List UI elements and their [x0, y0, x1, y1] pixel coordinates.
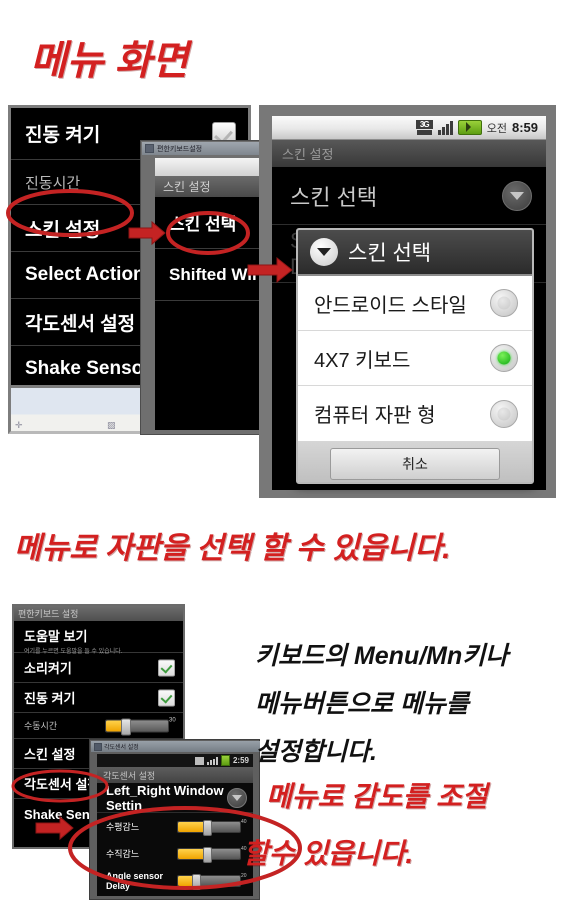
skin-select-dialog: 스킨 선택 안드로이드 스타일 4X7 키보드 컴퓨터 자판 형 취소: [296, 228, 534, 484]
network-label: 3G: [415, 120, 433, 129]
row-vibration[interactable]: 진동 켜기: [14, 683, 183, 713]
option-4x7-keyboard[interactable]: 4X7 키보드: [298, 331, 532, 386]
window-titlebar: 편한키보드설정: [142, 142, 266, 155]
slider-value: 30: [169, 717, 176, 723]
status-bar: 3G 오전 8:59: [272, 116, 546, 140]
row-horizontal-sensitivity[interactable]: 수평감느 40: [97, 813, 253, 840]
row-vertical-sensitivity[interactable]: 수직감느 40: [97, 840, 253, 867]
radio-button[interactable]: [490, 289, 518, 317]
signal-icon: [437, 120, 453, 135]
dialog-footer: 취소: [298, 441, 532, 482]
row-label: 수평감느: [106, 821, 140, 832]
option-label: 컴퓨터 자판 형: [314, 405, 436, 427]
chevron-down-icon[interactable]: [227, 787, 247, 808]
panel-b-statusbar: [155, 158, 266, 176]
note-line-2: 메뉴버튼으로 메뉴를: [255, 690, 469, 718]
row-help[interactable]: 도움말 보기 여기를 누르면 도움말을 들 수 있습니다.: [14, 621, 183, 655]
data-arrows-icon: [416, 130, 432, 135]
dialog-title: 스킨 선택: [348, 242, 432, 265]
menu-label: 진동시간: [25, 174, 81, 192]
misc-icon: ▨: [107, 420, 116, 430]
window-title: 각도센서 설정: [104, 745, 139, 751]
row-left-right-window-setting[interactable]: Left_Right Window Settin: [97, 783, 253, 813]
checkbox-sound[interactable]: [158, 659, 175, 676]
cancel-button[interactable]: 취소: [330, 448, 500, 480]
slide-page: 메뉴 화면 진동 켜기 진동시간 스킨 설정 Select Action 각도센…: [0, 0, 562, 900]
slider-angle-delay[interactable]: 20: [177, 873, 247, 890]
window-icon: [94, 742, 102, 751]
panel-b-screen: 스킨 설정 스킨 선택 Shifted Win: [155, 158, 266, 430]
status-time: 2:59: [232, 756, 249, 765]
note-line-1: 키보드의 Menu/Mn키나: [255, 642, 509, 670]
caption-select-keyboard: 메뉴로 자판을 선택 할 수 있읍니다.: [14, 532, 451, 565]
row-sound[interactable]: 소리켜기: [14, 653, 183, 683]
option-label: 4X7 키보드: [314, 349, 411, 372]
panel-b-header: 스킨 설정: [155, 176, 266, 197]
row-angle-sensor-delay[interactable]: Angle sensor Delay 20: [97, 867, 253, 894]
radio-button-selected[interactable]: [490, 344, 518, 372]
caption-sensitivity-line-2: 할수 있읍니다.: [243, 838, 414, 869]
row-label: 도움말 보기: [24, 629, 88, 644]
slider-vertical[interactable]: 40: [177, 846, 247, 863]
battery-charging-icon: [457, 120, 482, 135]
page-title: 메뉴 화면: [30, 39, 189, 83]
chevron-down-icon[interactable]: [502, 180, 532, 211]
network-3g-icon: 3G: [415, 120, 433, 135]
status-ampm: 오전: [486, 122, 507, 135]
item-label: Shifted Win: [169, 264, 263, 284]
row-label: 스킨 설정: [24, 747, 76, 762]
panel-d-header: 편한키보드 설정: [14, 606, 183, 621]
slider-value: 40: [241, 818, 247, 825]
row-label: 수동시간: [24, 721, 58, 731]
row-label: 스킨 선택: [290, 184, 378, 210]
signal-icon: [206, 756, 218, 765]
window-title: 편한키보드설정: [157, 145, 203, 153]
battery-icon: [220, 755, 230, 766]
row-label: 수직감느: [106, 848, 140, 859]
row-label: 소리켜기: [24, 661, 72, 676]
row-label: Left_Right Window Settin: [106, 782, 224, 813]
slider-vibration-time[interactable]: 30: [105, 717, 176, 735]
menu-label: Select Action: [25, 264, 145, 285]
status-bar: 2:59: [97, 754, 253, 767]
option-android-style[interactable]: 안드로이드 스타일: [298, 276, 532, 331]
window-titlebar: 각도센서 설정: [91, 741, 260, 752]
chevron-down-icon: [310, 238, 338, 266]
screen-title: 스킨 설정: [272, 140, 546, 167]
network-icon: [194, 756, 204, 765]
option-label: 안드로이드 스타일: [314, 294, 467, 317]
panel-b-item-shifted-window[interactable]: Shifted Win: [155, 249, 266, 301]
option-computer-keyboard[interactable]: 컴퓨터 자판 형: [298, 386, 532, 441]
note-line-3: 설정합니다.: [255, 738, 377, 766]
cursor-icon: ✛: [15, 420, 23, 430]
row-label: Angle sensor Delay: [106, 870, 164, 891]
slider-value: 20: [241, 872, 247, 879]
window-icon: [145, 144, 154, 153]
status-time: 8:59: [511, 120, 538, 135]
menu-label: 진동 켜기: [25, 125, 101, 146]
row-label: 진동 켜기: [24, 691, 76, 706]
panel-e-screen: 2:59 각도센서 설정 Left_Right Window Settin 수평…: [97, 754, 253, 896]
panel-e-header: 각도센서 설정: [97, 767, 253, 783]
menu-label: 스킨 설정: [25, 219, 101, 241]
menu-label: 각도센서 설정: [25, 313, 136, 335]
caption-sensitivity-line-1: 메뉴로 감도를 조절: [266, 781, 488, 812]
dialog-header: 스킨 선택: [298, 230, 532, 276]
slider-horizontal[interactable]: 40: [177, 819, 247, 836]
checkbox-vibration[interactable]: [158, 689, 175, 706]
radio-button[interactable]: [490, 399, 518, 428]
panel-b-item-skin-select[interactable]: 스킨 선택: [155, 197, 266, 249]
row-skin-select[interactable]: 스킨 선택: [272, 167, 546, 225]
row-vibration-time[interactable]: 수동시간 30: [14, 713, 183, 739]
item-label: 스킨 선택: [169, 215, 237, 234]
